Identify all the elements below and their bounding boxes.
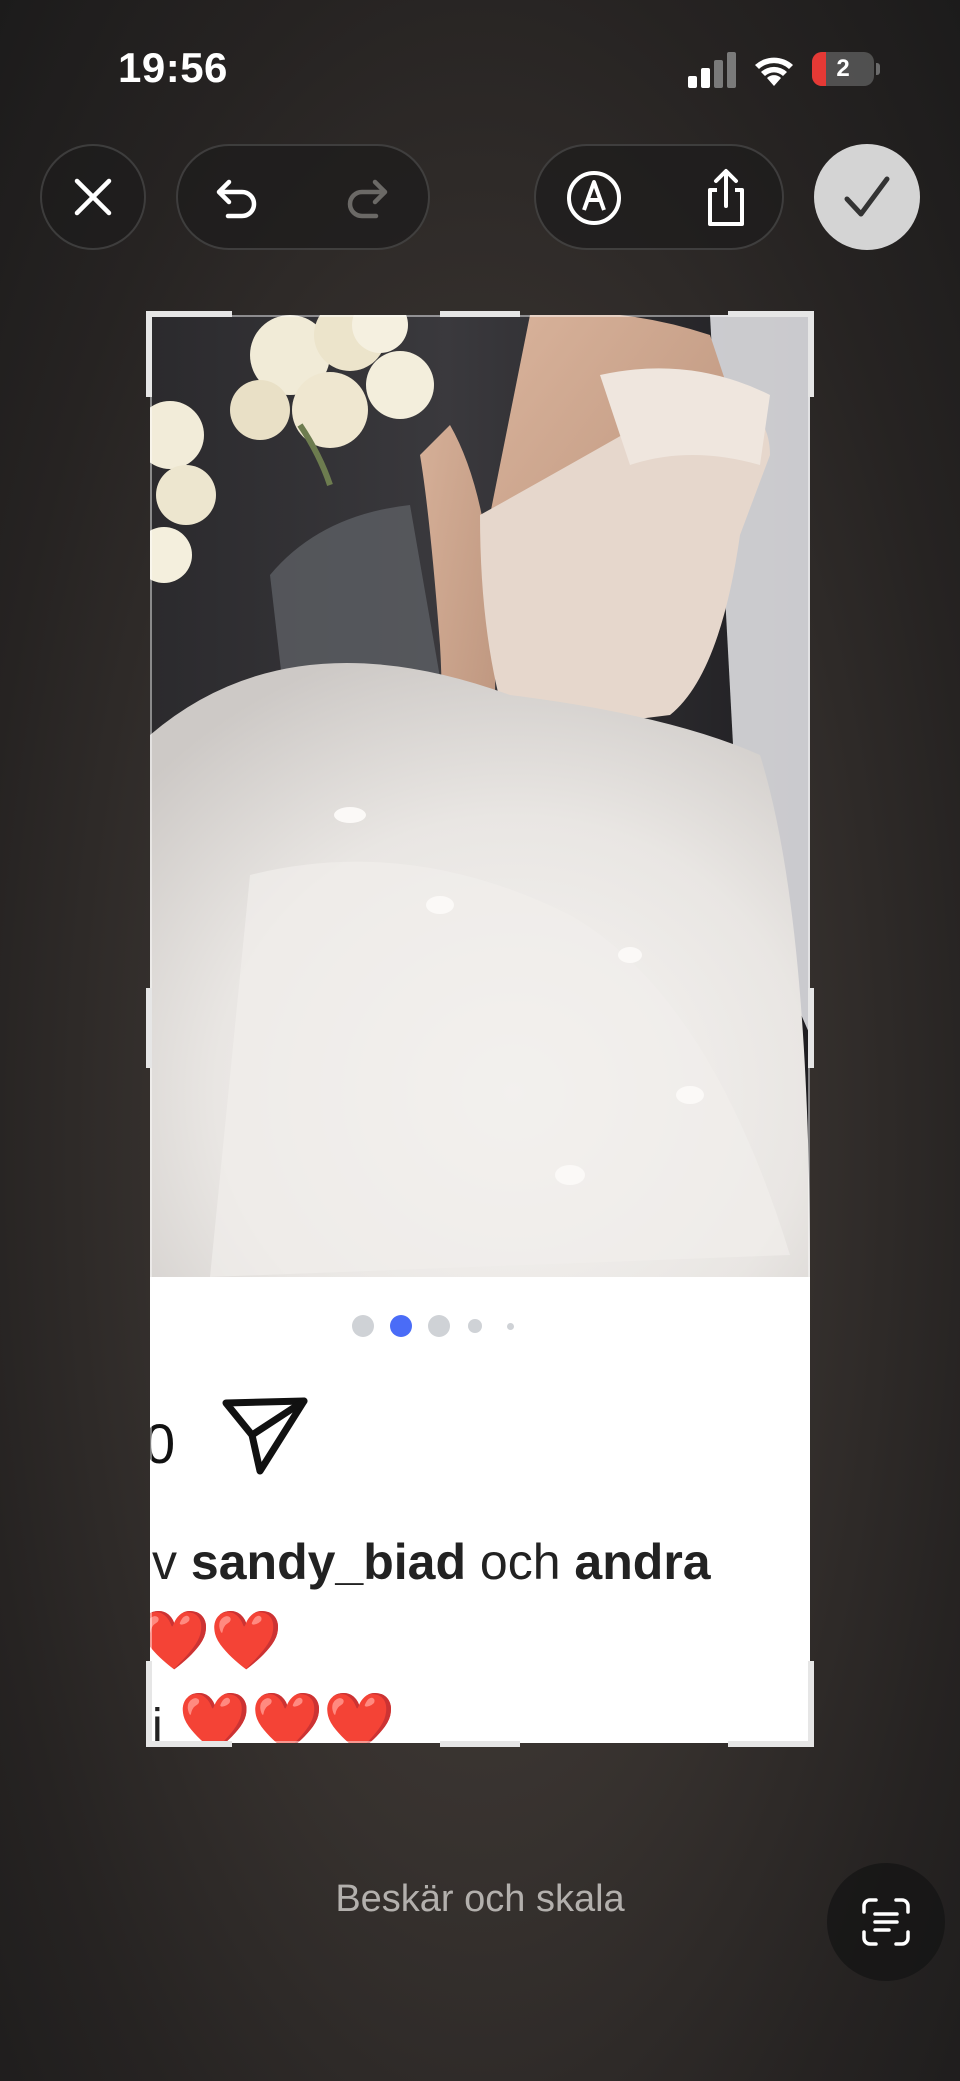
wedding-dress-photo: [150, 315, 810, 1277]
likes-middle: och: [466, 1534, 575, 1590]
cellular-signal-icon: [688, 52, 740, 88]
emoji-hearts-line-1: ❤️❤️: [150, 1608, 283, 1673]
crop-handle-top-left[interactable]: [146, 311, 152, 397]
comment-line: i ❤️❤️❤️: [152, 1690, 396, 1744]
likes-others: andra: [574, 1534, 711, 1590]
status-time: 19:56: [118, 44, 228, 91]
page-dot: [352, 1315, 374, 1337]
liked-by-text: v sandy_biad och andra: [152, 1533, 711, 1591]
status-bar: 19:56 2: [0, 0, 960, 130]
undo-icon[interactable]: [206, 170, 262, 226]
page-dot: [428, 1315, 450, 1337]
wifi-icon: [752, 50, 796, 88]
undo-redo-group: [176, 144, 430, 250]
count-fragment: 0: [150, 1412, 176, 1475]
crop-handle-top-left[interactable]: [146, 311, 232, 317]
markup-pen-icon[interactable]: [564, 168, 624, 228]
carousel-page-indicator: [150, 1311, 810, 1341]
crop-handle-bottom-left[interactable]: [146, 1661, 152, 1747]
crop-handle-left[interactable]: [146, 988, 152, 1068]
crop-handle-top-right[interactable]: [808, 311, 814, 397]
live-text-scan-icon: [860, 1896, 912, 1948]
likes-user: sandy_biad: [190, 1534, 467, 1590]
page-dot-active: [390, 1315, 412, 1337]
crop-handle-bottom-right[interactable]: [728, 1741, 814, 1747]
battery-icon: 2: [812, 52, 880, 88]
crop-preview[interactable]: 0 v sandy_biad och andra ❤️❤️ i ❤️❤️❤️: [150, 315, 810, 1743]
crop-handle-bottom-right[interactable]: [808, 1661, 814, 1747]
send-icon: [220, 1395, 310, 1482]
crop-handle-right[interactable]: [808, 988, 814, 1068]
checkmark-icon: [839, 169, 895, 225]
crop-handle-bottom-left[interactable]: [146, 1741, 232, 1747]
crop-and-scale-label[interactable]: Beskär och skala: [0, 1878, 960, 1921]
screen: { "status_bar": { "time": "19:56", "batt…: [0, 0, 960, 2081]
battery-level: 2: [836, 55, 850, 82]
comment-fragment: i: [152, 1700, 163, 1743]
done-button[interactable]: [814, 144, 920, 250]
markup-share-group: [534, 144, 784, 250]
likes-prefix: v: [152, 1534, 191, 1590]
crop-handle-bottom[interactable]: [440, 1741, 520, 1747]
crop-handle-top-right[interactable]: [728, 311, 814, 317]
page-dot: [507, 1323, 514, 1330]
crop-handle-top[interactable]: [440, 311, 520, 317]
close-icon: [67, 171, 119, 223]
share-icon[interactable]: [696, 166, 756, 230]
redo-icon[interactable]: [342, 170, 398, 226]
emoji-hearts-line-2: ❤️❤️❤️: [178, 1690, 396, 1744]
page-dot: [468, 1319, 482, 1333]
live-text-button[interactable]: [827, 1863, 945, 1981]
close-button[interactable]: [40, 144, 146, 250]
